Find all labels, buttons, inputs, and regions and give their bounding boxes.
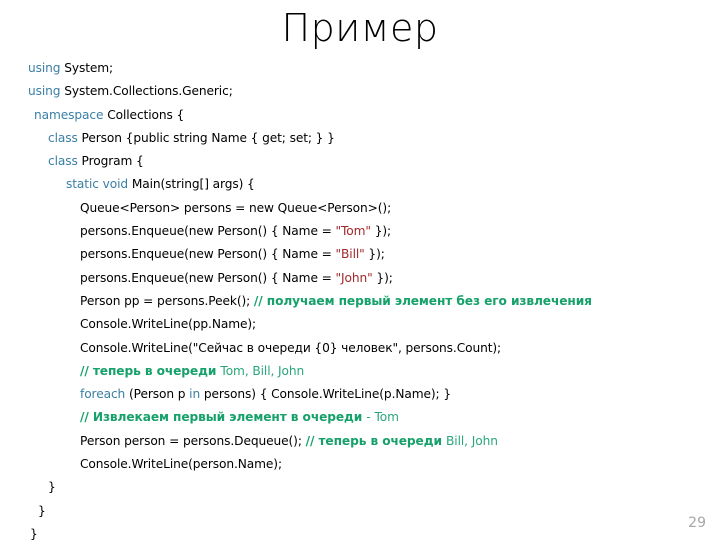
code-token-kw: static void [66,177,132,192]
code-token-plain: Main(string[] args) { [131,177,255,192]
line-peek: Person pp = persons.Peek(); // получаем … [0,290,720,313]
code-token-plain: }); [372,270,393,285]
code-token-cmt: // теперь в очереди [80,363,221,378]
code-token-plain: persons.Enqueue(new Person() { Name = [80,247,336,262]
code-token-cmt-latin: Bill, John [446,433,498,448]
code-token-str: "Tom" [335,224,372,239]
code-listing: using System; using System.Collections.Ge… [0,57,720,546]
line-foreach: foreach (Person p in persons) { Console.… [0,383,720,406]
code-token-plain: Console.WriteLine(person.Name); [80,457,282,472]
line-comment-queue-now: // теперь в очереди Tom, Bill, John [0,360,720,383]
line-using-collections-generic: using System.Collections.Generic; [0,80,720,103]
code-token-plain: Queue<Person> persons = new Queue<Person… [80,200,392,215]
line-writeline-count: Console.WriteLine("Сейчас в очереди {0} … [0,337,720,360]
page-title: Пример [281,6,439,50]
code-token-plain: persons.Enqueue(new Person() { Name = [80,224,336,239]
code-token-str: "John" [335,270,373,285]
code-token-plain: Console.WriteLine("Сейчас в очереди {0} … [80,340,502,355]
line-enqueue-tom: persons.Enqueue(new Person() { Name = "T… [0,220,720,243]
code-token-cmt: // получаем первый элемент без его извле… [253,293,592,308]
code-token-cmt-latin: - Tom [366,410,399,425]
line-dequeue: Person person = persons.Dequeue(); // те… [0,430,720,453]
line-writeline-person: Console.WriteLine(person.Name); [0,453,720,476]
code-token-plain: persons.Enqueue(new Person() { Name = [80,270,336,285]
code-token-plain: Person {public string Name { get; set; }… [81,130,335,145]
code-token-kw: using [28,84,65,99]
code-token-plain: Program { [81,154,144,169]
line-comment-extract: // Извлекаем первый элемент в очереди - … [0,406,720,429]
code-token-plain: }); [370,224,392,239]
slide-page-number: 29 [688,515,706,531]
line-enqueue-bill: persons.Enqueue(new Person() { Name = "B… [0,243,720,266]
line-class-person: class Person {public string Name { get; … [0,127,720,150]
code-token-plain: Console.WriteLine(pp.Name); [80,317,257,332]
line-using-system: using System; [0,57,720,80]
line-queue-decl: Queue<Person> persons = new Queue<Person… [0,197,720,220]
code-token-plain: System.Collections.Generic; [64,84,233,99]
code-token-kw: foreach [80,387,129,402]
code-token-plain: persons) { Console.WriteLine(p.Name); } [203,387,451,402]
line-class-program: class Program { [0,150,720,173]
code-token-plain: } [48,480,56,495]
code-token-kw: class [48,154,82,169]
presentation-slide: Пример using System; using System.Collect… [0,0,720,541]
line-close-class: } [0,500,720,523]
code-token-kw: class [48,130,82,145]
line-enqueue-john: persons.Enqueue(new Person() { Name = "J… [0,267,720,290]
code-token-cmt: // теперь в очереди [305,433,447,448]
code-token-kw: in [189,387,204,402]
code-token-plain: Collections { [107,107,185,122]
code-token-plain: System; [64,61,114,75]
code-token-cmt: // Извлекаем первый элемент в очереди [80,410,367,425]
line-namespace: namespace Collections { [0,104,720,127]
line-main: static void Main(string[] args) { [0,173,720,196]
code-token-plain: Person person = persons.Dequeue(); [80,433,306,448]
code-token-plain: } [30,526,38,541]
code-token-plain: }); [364,247,385,262]
code-token-plain: Person pp = persons.Peek(); [80,293,254,308]
code-token-plain: } [38,503,46,518]
line-close-main: } [0,476,720,499]
code-token-str: "Bill" [335,247,365,262]
code-token-cmt-latin: Tom, Bill, John [220,363,305,378]
code-token-plain: (Person p [128,387,190,402]
code-token-kw: namespace [34,107,108,122]
line-writeline-pp: Console.WriteLine(pp.Name); [0,313,720,336]
line-close-namespace: } [0,523,720,546]
code-token-kw: using [28,61,65,75]
